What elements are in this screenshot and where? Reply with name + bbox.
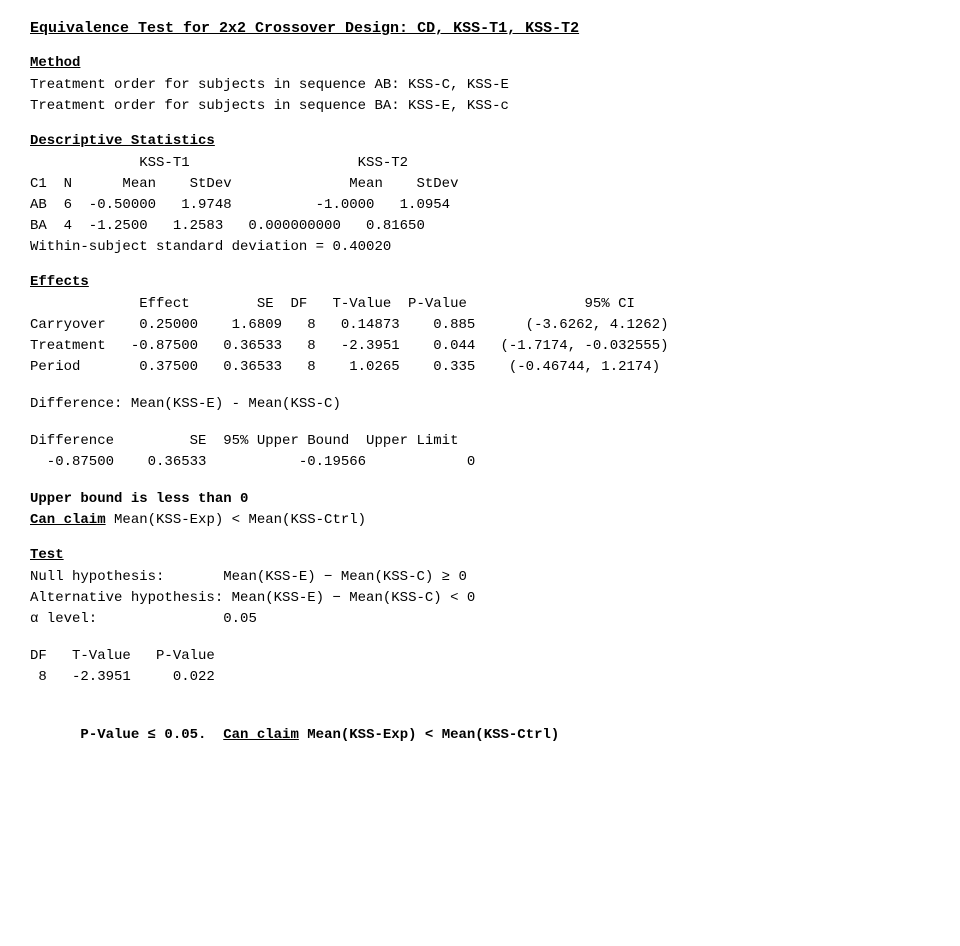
final-conclusion-section: P-Value ≤ 0.05. Can claim Mean(KSS-Exp) …	[30, 704, 930, 767]
alt-hypothesis: Alternative hypothesis: Mean(KSS-E) − Me…	[30, 588, 930, 609]
can-claim-1-underlined: Can claim	[30, 512, 106, 528]
final-conclusion: P-Value ≤ 0.05. Can claim Mean(KSS-Exp) …	[30, 704, 930, 767]
null-label: Null hypothesis:	[30, 569, 223, 585]
method-section: Method Treatment order for subjects in s…	[30, 55, 930, 117]
method-line2: Treatment order for subjects in sequence…	[30, 96, 930, 117]
effects-header-row: Effect SE DF T-Value P-Value 95% CI	[30, 294, 930, 315]
difference-label: Difference: Mean(KSS-E) - Mean(KSS-C)	[30, 394, 930, 415]
upper-bound-section: Upper bound is less than 0 Can claim Mea…	[30, 489, 930, 531]
descriptive-data-row2: BA 4 -1.2500 1.2583 0.000000000 0.81650	[30, 216, 930, 237]
can-claim-final-text: Mean(KSS-Exp) < Mean(KSS-Ctrl)	[299, 727, 559, 743]
difference-section: Difference: Mean(KSS-E) - Mean(KSS-C) Di…	[30, 394, 930, 473]
effects-treatment: Treatment -0.87500 0.36533 8 -2.3951 0.0…	[30, 336, 930, 357]
descriptive-header-row1: KSS-T1 KSS-T2	[30, 153, 930, 174]
test-header: Test	[30, 547, 930, 563]
test-results-header: DF T-Value P-Value	[30, 646, 930, 667]
can-claim-1: Can claim Mean(KSS-Exp) < Mean(KSS-Ctrl)	[30, 510, 930, 531]
alt-label: Alternative hypothesis:	[30, 590, 223, 606]
alpha-value: 0.05	[223, 611, 257, 627]
alpha-label: α level:	[30, 611, 223, 627]
test-section: Test Null hypothesis: Mean(KSS-E) − Mean…	[30, 547, 930, 630]
descriptive-section: Descriptive Statistics KSS-T1 KSS-T2 C1 …	[30, 133, 930, 258]
method-header: Method	[30, 55, 930, 71]
test-results-section: DF T-Value P-Value 8 -2.3951 0.022	[30, 646, 930, 688]
page-title: Equivalence Test for 2x2 Crossover Desig…	[30, 20, 930, 37]
alpha-level: α level: 0.05	[30, 609, 930, 630]
null-value: Mean(KSS-E) − Mean(KSS-C) ≥ 0	[223, 569, 467, 585]
descriptive-header: Descriptive Statistics	[30, 133, 930, 149]
difference-table-header: Difference SE 95% Upper Bound Upper Limi…	[30, 431, 930, 452]
can-claim-1-text: Mean(KSS-Exp) < Mean(KSS-Ctrl)	[106, 512, 366, 528]
null-hypothesis: Null hypothesis: Mean(KSS-E) − Mean(KSS-…	[30, 567, 930, 588]
descriptive-header-row2: C1 N Mean StDev Mean StDev	[30, 174, 930, 195]
main-content: Equivalence Test for 2x2 Crossover Desig…	[30, 20, 930, 767]
effects-period: Period 0.37500 0.36533 8 1.0265 0.335 (-…	[30, 357, 930, 378]
test-results-row: 8 -2.3951 0.022	[30, 667, 930, 688]
difference-table-row: -0.87500 0.36533 -0.19566 0	[30, 452, 930, 473]
pvalue-text: P-Value ≤ 0.05.	[80, 727, 223, 743]
alt-value: Mean(KSS-E) − Mean(KSS-C) < 0	[223, 590, 475, 606]
upper-bound-note: Upper bound is less than 0	[30, 489, 930, 510]
effects-header: Effects	[30, 274, 930, 290]
effects-section: Effects Effect SE DF T-Value P-Value 95%…	[30, 274, 930, 378]
can-claim-final-underlined: Can claim	[223, 727, 299, 743]
descriptive-data-row1: AB 6 -0.50000 1.9748 -1.0000 1.0954	[30, 195, 930, 216]
within-subject-deviation: Within-subject standard deviation = 0.40…	[30, 237, 930, 258]
method-line1: Treatment order for subjects in sequence…	[30, 75, 930, 96]
effects-carryover: Carryover 0.25000 1.6809 8 0.14873 0.885…	[30, 315, 930, 336]
